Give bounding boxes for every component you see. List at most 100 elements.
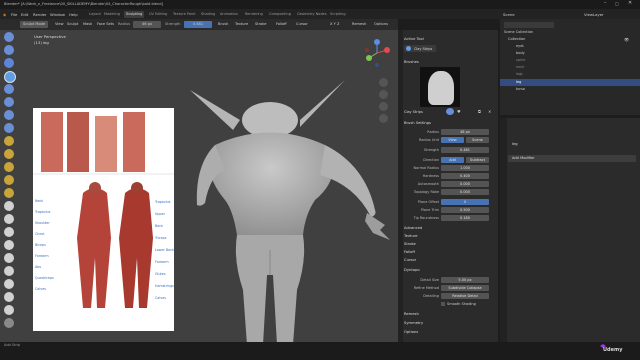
brush-settings-header[interactable]: Brush Settings [404,121,431,125]
remesh-panel-header[interactable]: Remesh [404,312,419,316]
smooth-brush-icon[interactable] [4,149,14,159]
nudge-brush-icon[interactable] [4,292,14,302]
tab-texture-paint[interactable]: Texture Paint [171,11,198,18]
outliner-item[interactable]: Collection [508,37,525,41]
header-strength-field[interactable]: 0.481 [184,21,212,28]
outliner-item[interactable]: body [516,51,525,55]
texture-panel-header[interactable]: Texture [404,234,418,238]
remove-brush-icon[interactable]: ✕ [488,109,491,114]
header-remesh-menu[interactable]: Remesh [352,21,366,28]
pinch-brush-icon[interactable] [4,214,14,224]
radius-unit-scene-button[interactable]: Scene [466,137,489,143]
radius-unit-view-button[interactable]: View [441,137,464,143]
menu-sculpt[interactable]: Sculpt [67,21,78,28]
falloff-panel-header[interactable]: Falloff [404,250,415,254]
outliner-item[interactable]: legL [516,72,523,76]
clay-brush-icon[interactable] [4,58,14,68]
brush-datablock-icon[interactable] [446,108,454,115]
tab-shading[interactable]: Shading [199,11,217,18]
header-cursor-menu[interactable]: Cursor [296,21,308,28]
add-modifier-button[interactable]: Add Modifier [508,155,636,162]
header-stroke-menu[interactable]: Stroke [255,21,266,28]
advanced-panel-header[interactable]: Advanced [404,226,422,230]
plane-trim-field[interactable]: 0.500 [441,207,489,213]
tab-sculpting[interactable]: Sculpting [124,10,145,18]
brush-name[interactable]: Clay Strips [404,110,423,114]
rotate-brush-icon[interactable] [4,305,14,315]
brush-preview[interactable] [420,67,460,107]
tool-name-field[interactable]: Clay Strips [404,45,436,52]
topology-rake-field[interactable]: 0.000 [441,189,489,195]
tab-layout[interactable]: Layout [87,11,103,18]
cursor-panel-header[interactable]: Cursor [404,258,416,262]
detailing-select[interactable]: Relative Detail [441,293,489,299]
header-options-menu[interactable]: Options [374,21,388,28]
clay-thumb-brush-icon[interactable] [4,84,14,94]
outliner-selected-row[interactable]: leg [500,79,640,86]
sculpt-model[interactable] [175,75,398,342]
minimize-icon[interactable]: – [604,0,607,6]
strength-field[interactable]: 0.481 [441,147,489,153]
grab-brush-icon[interactable] [4,227,14,237]
tab-scripting[interactable]: Scripting [328,11,348,18]
autosmooth-field[interactable]: 0.000 [441,181,489,187]
active-tool-header[interactable]: Active Tool [404,37,424,41]
menu-edit[interactable]: Edit [21,12,28,17]
viewlayer-selector[interactable]: ViewLayer [584,12,604,17]
stroke-panel-header[interactable]: Stroke [404,242,416,246]
menu-window[interactable]: Window [50,12,65,17]
smooth-shading-checkbox[interactable] [441,302,445,306]
outliner-item[interactable]: eyeL [516,44,524,48]
snake-hook-brush-icon[interactable] [4,253,14,263]
header-brush-menu[interactable]: Brush [218,21,228,28]
header-falloff-menu[interactable]: Falloff [276,21,287,28]
elastic-deform-brush-icon[interactable] [4,240,14,250]
scene-selector[interactable]: Scene [503,12,515,17]
menu-view[interactable]: View [55,21,64,28]
tip-roundness-field[interactable]: 0.180 [441,215,489,221]
blender-logo-icon[interactable]: ◉ [3,12,6,17]
flatten-brush-icon[interactable] [4,162,14,172]
outliner-item[interactable]: torso [516,87,525,91]
crease-brush-icon[interactable] [4,136,14,146]
tab-geometry-nodes[interactable]: Geometry Nodes [295,11,329,18]
inflate-brush-icon[interactable] [4,110,14,120]
hardness-field[interactable]: 0.400 [441,173,489,179]
normal-radius-field[interactable]: 1.000 [441,165,489,171]
refine-method-select[interactable]: Subdivide Collapse [441,285,489,291]
menu-file[interactable]: File [11,12,17,17]
scene-collection-label[interactable]: Scene Collection [504,30,533,34]
symmetry-axes[interactable]: X Y Z [330,21,339,28]
clay-strips-brush-icon[interactable] [4,71,16,83]
multiplane-scrape-brush-icon[interactable] [4,201,14,211]
outliner-search-input[interactable] [504,22,554,28]
fill-brush-icon[interactable] [4,175,14,185]
maximize-icon[interactable]: ▢ [615,1,619,6]
mask-brush-icon[interactable] [4,318,14,328]
blob-brush-icon[interactable] [4,123,14,133]
thumb-brush-icon[interactable] [4,266,14,276]
radius-field[interactable]: 46 px [441,129,489,135]
symmetry-panel-header[interactable]: Symmetry [404,321,423,325]
outliner-item[interactable]: neck [516,65,524,69]
header-texture-menu[interactable]: Texture [235,21,248,28]
direction-add-button[interactable]: Add [441,157,464,163]
dyntopo-panel-header[interactable]: Dyntopo [404,268,420,272]
tab-uv-editing[interactable]: UV Editing [147,11,169,18]
duplicate-brush-icon[interactable]: ⧉ [478,109,481,114]
menu-render[interactable]: Render [33,12,47,17]
draw-sharp-brush-icon[interactable] [4,45,14,55]
visibility-eye-icon[interactable]: 👁 [624,37,629,42]
detail-size-field[interactable]: 5.00 px [441,277,489,283]
tab-modeling[interactable]: Modeling [102,11,122,18]
plane-offset-field[interactable]: 0 [441,199,489,205]
mode-selector[interactable]: Sculpt Mode [20,21,49,28]
scrape-brush-icon[interactable] [4,188,14,198]
menu-face-sets[interactable]: Face Sets [97,21,114,28]
header-radius-field[interactable]: 46 px [133,21,161,28]
fake-user-icon[interactable]: ♥ [457,109,461,114]
modifier-object-name[interactable]: leg [512,142,518,146]
tab-animation[interactable]: Animation [218,11,240,18]
modifier-tab-strip[interactable] [500,118,507,342]
direction-subtract-button[interactable]: Subtract [466,157,489,163]
